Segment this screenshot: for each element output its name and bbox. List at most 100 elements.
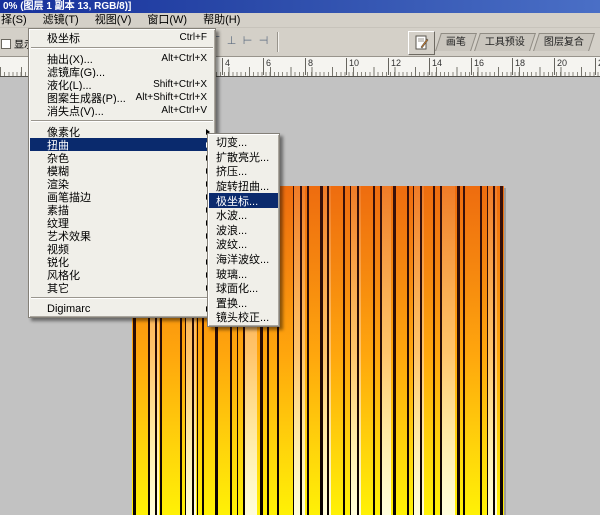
canvas-stripe: [343, 186, 345, 515]
ruler-number: 16: [471, 58, 484, 75]
submenu-item-label: 球面化...: [216, 281, 258, 296]
submenu-item[interactable]: 水波...: [209, 208, 278, 223]
ruler-number: 8: [305, 58, 313, 75]
canvas-stripe: [373, 186, 375, 515]
menu-item-label: 抽出(X)...: [47, 52, 93, 65]
submenu-item[interactable]: 旋转扭曲...: [209, 179, 278, 194]
filter-menu-item[interactable]: 抽出(X)... Alt+Ctrl+X: [30, 52, 214, 65]
filter-menu-item[interactable]: 图案生成器(P)... Alt+Shift+Ctrl+X: [30, 91, 214, 104]
submenu-item-label: 海洋波纹...: [216, 252, 269, 267]
menu-item-label: 扭曲: [47, 138, 69, 151]
menu-bar: 择(S)滤镜(T)视图(V)窗口(W)帮助(H): [0, 13, 600, 28]
menu-item-shortcut: Alt+Ctrl+V: [161, 105, 207, 116]
submenu-item[interactable]: 球面化...: [209, 281, 278, 296]
filter-menu-category[interactable]: 像素化: [30, 125, 214, 138]
filter-menu-category[interactable]: 模糊: [30, 164, 214, 177]
menu-separator: [31, 47, 213, 49]
canvas-light-band: [381, 186, 390, 515]
menu-item-shortcut: Shift+Ctrl+X: [153, 79, 207, 90]
menu-item-label: 模糊: [47, 164, 69, 177]
menu-item-label: 纹理: [47, 216, 69, 229]
filter-menu-category[interactable]: Digimarc: [30, 302, 214, 315]
options-separator: [277, 32, 279, 52]
canvas-stripe: [463, 186, 465, 515]
menu-item-shortcut: Alt+Shift+Ctrl+X: [136, 92, 207, 103]
menu-item-label: 极坐标: [47, 31, 80, 44]
canvas-stripe: [457, 186, 460, 515]
align-vertical-centers-icon[interactable]: ⊥: [225, 34, 238, 48]
palette-tab-label: 工具预设: [485, 34, 525, 51]
canvas-stripe: [407, 186, 409, 515]
submenu-item[interactable]: 挤压...: [209, 164, 278, 179]
submenu-item[interactable]: 切变...: [209, 135, 278, 150]
menu-item-label: 渲染: [47, 177, 69, 190]
canvas-stripe: [500, 186, 503, 515]
filter-menu-item[interactable]: 极坐标 Ctrl+F: [30, 31, 214, 44]
submenu-item[interactable]: 波浪...: [209, 223, 278, 238]
ruler-number: 4: [222, 58, 230, 75]
menu-item-label: 滤镜库(G)...: [47, 65, 105, 78]
canvas-stripe: [413, 186, 414, 515]
menubar-item[interactable]: 滤镜(T): [35, 13, 87, 27]
filter-menu-category[interactable]: 艺术效果: [30, 229, 214, 242]
filter-menu-category[interactable]: 视频: [30, 242, 214, 255]
menu-item-shortcut: Alt+Ctrl+X: [161, 53, 207, 64]
submenu-item-label: 镜头校正...: [216, 310, 269, 325]
filter-menu-category[interactable]: 扭曲: [30, 138, 214, 151]
submenu-item[interactable]: 玻璃...: [209, 266, 278, 281]
menu-item-label: 图案生成器(P)...: [47, 91, 126, 104]
filter-menu-item[interactable]: 液化(L)... Shift+Ctrl+X: [30, 78, 214, 91]
menubar-item[interactable]: 帮助(H): [195, 13, 248, 27]
submenu-item-label: 旋转扭曲...: [216, 179, 269, 194]
filter-menu-item[interactable]: 滤镜库(G)...: [30, 65, 214, 78]
filter-menu-dropdown: 极坐标 Ctrl+F 抽出(X)... Alt+Ctrl+X 滤镜库(G)...液化(L…: [28, 28, 216, 318]
window-title: 0% (图层 1 副本 13, RGB/8)]: [3, 1, 131, 12]
menubar-item[interactable]: 窗口(W): [139, 13, 195, 27]
menubar-item[interactable]: 择(S): [0, 13, 35, 27]
menubar-item[interactable]: 视图(V): [87, 13, 140, 27]
filter-menu-category[interactable]: 纹理: [30, 216, 214, 229]
menu-item-label: 锐化: [47, 255, 69, 268]
submenu-item[interactable]: 镜头校正...: [209, 310, 278, 325]
submenu-item[interactable]: 置换...: [209, 296, 278, 311]
filter-menu-category[interactable]: 画笔描边: [30, 190, 214, 203]
submenu-item-label: 扩散亮光...: [216, 150, 269, 165]
submenu-item[interactable]: 海洋波纹...: [209, 252, 278, 267]
canvas-stripe: [357, 186, 359, 515]
menu-item-label: 画笔描边: [47, 190, 91, 203]
canvas-stripe: [380, 186, 382, 515]
canvas-stripe: [480, 186, 482, 515]
palette-tab-3[interactable]: 图层复合: [533, 33, 595, 51]
submenu-item-label: 置换...: [216, 296, 247, 311]
title-bar: 0% (图层 1 副本 13, RGB/8)]: [0, 0, 600, 13]
filter-menu-category[interactable]: 锐化: [30, 255, 214, 268]
filter-menu-category[interactable]: 风格化: [30, 268, 214, 281]
filter-menu-item[interactable]: 消失点(V)...Alt+Ctrl+V: [30, 104, 214, 117]
toggle-brushes-palette-button[interactable]: [408, 31, 435, 55]
menu-item-label: 艺术效果: [47, 229, 91, 242]
show-checkbox[interactable]: [1, 39, 11, 49]
distribute-left-edges-icon[interactable]: ⊢: [241, 34, 254, 48]
canvas-stripe: [320, 186, 323, 515]
submenu-item-label: 波纹...: [216, 237, 247, 252]
canvas-stripe: [440, 186, 442, 515]
menu-item-label: 像素化: [47, 125, 80, 138]
palette-tab-label: 图层复合: [544, 34, 584, 51]
menu-item-label: 视频: [47, 242, 69, 255]
menu-item-shortcut: Ctrl+F: [180, 32, 208, 43]
filter-menu-category[interactable]: 其它: [30, 281, 214, 294]
filter-menu-category[interactable]: 素描: [30, 203, 214, 216]
palette-tab-2[interactable]: 工具预设: [474, 33, 536, 51]
submenu-item-label: 极坐标...: [216, 193, 258, 208]
canvas-stripe: [433, 186, 435, 515]
palette-well: 画笔工具预设 图层复合: [438, 33, 595, 51]
palette-tab-1[interactable]: 画笔: [435, 33, 477, 51]
filter-menu-category[interactable]: 杂色: [30, 151, 214, 164]
distribute-right-edges-icon[interactable]: ⊣: [257, 34, 270, 48]
submenu-item-label: 水波...: [216, 208, 247, 223]
submenu-item[interactable]: 扩散亮光...: [209, 150, 278, 165]
submenu-item[interactable]: 波纹...: [209, 237, 278, 252]
menu-item-label: 液化(L)...: [47, 78, 92, 91]
filter-menu-category[interactable]: 渲染: [30, 177, 214, 190]
submenu-item[interactable]: 极坐标...: [209, 193, 278, 208]
